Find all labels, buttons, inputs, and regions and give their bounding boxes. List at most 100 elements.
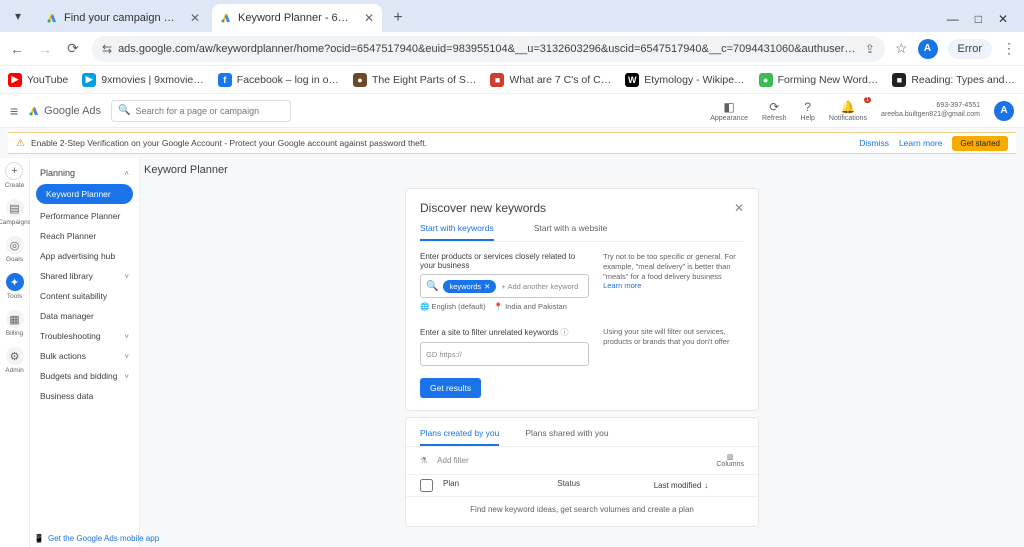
rail-billing[interactable]: ▦Billing <box>6 310 24 337</box>
bell-icon: 🔔 <box>841 100 856 114</box>
close-icon[interactable]: ✕ <box>190 11 200 25</box>
maximize-button[interactable]: □ <box>975 12 982 26</box>
search-input[interactable] <box>136 106 285 116</box>
bookmark-item[interactable]: ■Reading: Types and… <box>892 73 1015 87</box>
sidebar-item-performance-planner[interactable]: Performance Planner <box>30 206 139 226</box>
sidebar-item-reach-planner[interactable]: Reach Planner <box>30 226 139 246</box>
filter-icon[interactable]: ⚗ <box>420 456 427 465</box>
bookmark-item[interactable]: ▶9xmovies | 9xmovie… <box>82 73 204 87</box>
profile-avatar[interactable]: A <box>918 39 938 59</box>
th-plan[interactable]: Plan <box>443 479 551 492</box>
site-input[interactable]: GD https:// <box>420 342 589 366</box>
bookmark-item[interactable]: WEtymology - Wikipe… <box>625 73 744 87</box>
rail-admin[interactable]: ⚙Admin <box>5 347 23 374</box>
bookmark-star-icon[interactable]: ☆ <box>895 40 908 57</box>
hdr-label: Help <box>801 115 815 122</box>
learn-more-link[interactable]: Learn more <box>899 138 942 148</box>
help-button[interactable]: ?Help <box>801 100 815 122</box>
facebook-icon: f <box>218 73 232 87</box>
account-avatar[interactable]: A <box>994 101 1014 121</box>
language-selector[interactable]: 🌐 English (default) <box>420 302 486 311</box>
refresh-button[interactable]: ⟳Refresh <box>762 100 787 122</box>
sidebar-item-label: Business data <box>40 391 93 401</box>
tab-start-keywords[interactable]: Start with keywords <box>420 223 494 241</box>
bookmark-item[interactable]: ▶YouTube <box>8 73 68 87</box>
location-selector[interactable]: 📍 India and Pakistan <box>494 302 567 311</box>
hamburger-icon[interactable]: ≡ <box>10 103 18 119</box>
sidebar-footer-link[interactable]: 📱 Get the Google Ads mobile app <box>34 534 159 543</box>
get-results-button[interactable]: Get results <box>420 378 481 398</box>
sidebar-heading[interactable]: Planning˄ <box>30 164 139 182</box>
columns-icon: ▥ <box>727 453 734 461</box>
site-settings-icon[interactable]: ⇆ <box>102 42 112 56</box>
rail-tools[interactable]: ✦Tools <box>6 273 24 300</box>
tab-start-website[interactable]: Start with a website <box>534 223 608 241</box>
th-status[interactable]: Status <box>557 479 647 492</box>
mobile-icon: 📱 <box>34 534 44 543</box>
notifications-button[interactable]: 🔔1Notifications <box>829 100 867 122</box>
hdr-label: Appearance <box>710 115 748 122</box>
browser-tab-active[interactable]: Keyword Planner - 693-397-45… ✕ <box>212 4 382 32</box>
dismiss-link[interactable]: Dismiss <box>859 138 889 148</box>
rail-label: Campaigns <box>0 219 31 226</box>
bookmark-item[interactable]: ■What are 7 C's of C… <box>490 73 611 87</box>
bookmark-item[interactable]: fFacebook – log in o… <box>218 73 339 87</box>
sidebar-item-label: Reach Planner <box>40 231 96 241</box>
forward-button[interactable]: → <box>36 41 54 57</box>
select-all-checkbox[interactable] <box>420 479 433 492</box>
tab-plans-created[interactable]: Plans created by you <box>420 428 499 446</box>
account-info[interactable]: 693-397-4551 areeba.builtgen821@gmail.co… <box>881 102 980 119</box>
info-icon[interactable]: ⓘ <box>561 328 569 337</box>
tip-text: Using your site will filter out services… <box>603 327 744 366</box>
sidebar-item-keyword-planner[interactable]: Keyword Planner <box>36 184 133 204</box>
sidebar-item-budgets-bidding[interactable]: Budgets and bidding˅ <box>30 366 139 386</box>
browser-tab[interactable]: Find your campaign keywords ✕ <box>38 4 208 32</box>
rail-goals[interactable]: ◎Goals <box>6 236 24 263</box>
error-chip[interactable]: Error <box>948 39 992 59</box>
add-filter-button[interactable]: Add filter <box>437 456 469 465</box>
get-started-button[interactable]: Get started <box>952 136 1008 151</box>
chip-remove-icon[interactable]: ✕ <box>484 282 490 291</box>
back-button[interactable]: ← <box>8 41 26 57</box>
sidebar-item-shared-library[interactable]: Shared library˅ <box>30 266 139 286</box>
sidebar-item-content-suitability[interactable]: Content suitability <box>30 286 139 306</box>
rail-create[interactable]: +Create <box>5 162 25 189</box>
close-icon[interactable]: ✕ <box>734 201 744 215</box>
keyword-chip[interactable]: keywords✕ <box>443 280 496 293</box>
location-label: India and Pakistan <box>505 302 567 311</box>
close-window-button[interactable]: ✕ <box>998 12 1008 26</box>
sidebar-item-data-manager[interactable]: Data manager <box>30 306 139 326</box>
site-prefix: GD https:// <box>426 350 462 359</box>
sidebar-item-label: Bulk actions <box>40 351 86 361</box>
close-icon[interactable]: ✕ <box>364 11 374 25</box>
sidebar-item-bulk-actions[interactable]: Bulk actions˅ <box>30 346 139 366</box>
url-field[interactable]: ⇆ ads.google.com/aw/keywordplanner/home?… <box>92 36 885 62</box>
generic-icon: ● <box>353 73 367 87</box>
tab-dropdown[interactable]: ▾ <box>6 4 30 28</box>
warning-icon: ⚠ <box>16 138 25 149</box>
sidebar-item-troubleshooting[interactable]: Troubleshooting˅ <box>30 326 139 346</box>
columns-button[interactable]: ▥Columns <box>716 453 744 468</box>
left-rail: +Create ▤Campaigns ◎Goals ✦Tools ▦Billin… <box>0 158 30 547</box>
rail-label: Billing <box>6 330 23 337</box>
rail-campaigns[interactable]: ▤Campaigns <box>0 199 31 226</box>
generic-icon: ■ <box>490 73 504 87</box>
share-icon[interactable]: ⇪ <box>865 42 875 56</box>
sidebar-item-business-data[interactable]: Business data <box>30 386 139 406</box>
banner-text: Enable 2-Step Verification on your Googl… <box>31 138 427 148</box>
reload-button[interactable]: ⟳ <box>64 40 82 57</box>
minimize-button[interactable]: ― <box>947 12 959 26</box>
keyword-input[interactable]: 🔍 keywords✕ + Add another keyword <box>420 274 589 298</box>
sidebar-item-app-advertising[interactable]: App advertising hub <box>30 246 139 266</box>
google-ads-logo[interactable]: Google Ads <box>28 105 101 117</box>
learn-more-link[interactable]: Learn more <box>603 281 641 290</box>
app-search[interactable]: 🔍 <box>111 100 291 122</box>
th-last-modified[interactable]: Last modified ↓ <box>654 479 744 492</box>
appearance-button[interactable]: ◧Appearance <box>710 100 748 122</box>
bookmark-item[interactable]: ●Forming New Word… <box>759 73 879 87</box>
browser-menu-icon[interactable]: ⋮ <box>1002 40 1016 57</box>
bookmark-item[interactable]: ●The Eight Parts of S… <box>353 73 476 87</box>
tab-title: Find your campaign keywords <box>64 12 178 24</box>
new-tab-button[interactable]: + <box>386 6 410 30</box>
tab-plans-shared[interactable]: Plans shared with you <box>525 428 608 446</box>
